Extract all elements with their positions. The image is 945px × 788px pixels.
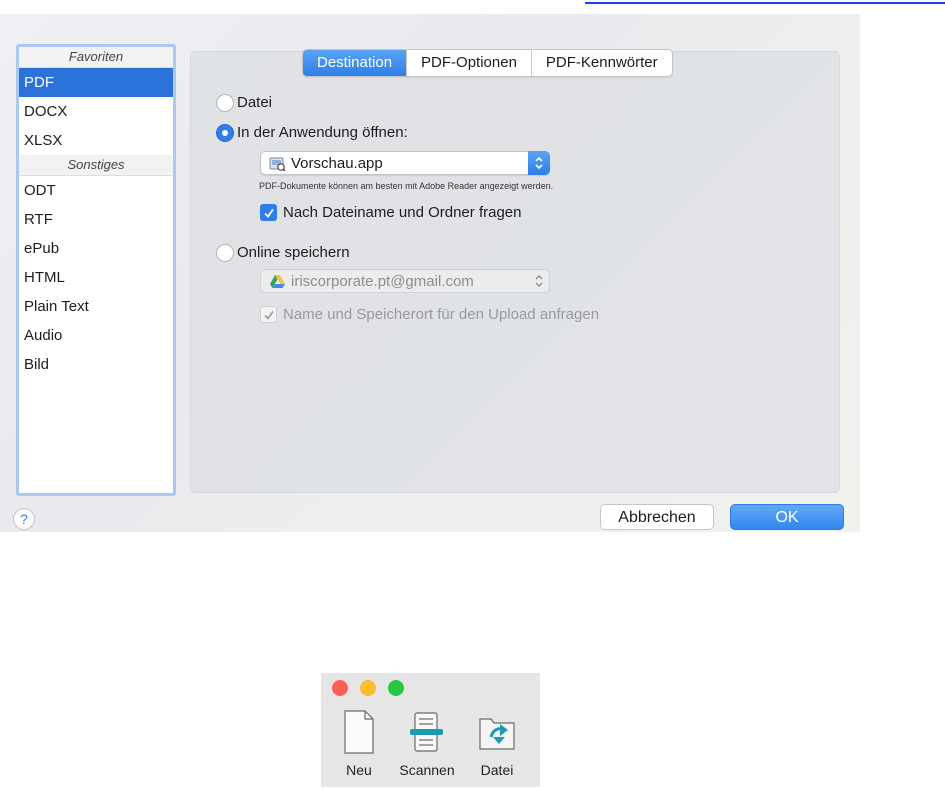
- file-folder-icon: [479, 718, 515, 750]
- account-select-value: iriscorporate.pt@gmail.com: [291, 273, 474, 290]
- format-sidebar: Favoriten PDF DOCX XLSX Sonstiges ODT RT…: [16, 44, 176, 496]
- adobe-reader-note: PDF-Dokumente können am besten mit Adobe…: [259, 181, 554, 191]
- checkbox-ask-filename[interactable]: [260, 204, 277, 221]
- sidebar-item-html[interactable]: HTML: [19, 263, 173, 292]
- checkbox-ask-upload-label: Name und Speicherort für den Upload anfr…: [283, 306, 600, 323]
- sidebar-item-docx[interactable]: DOCX: [19, 97, 173, 126]
- close-window-icon[interactable]: [332, 680, 348, 696]
- tab-pdf-options[interactable]: PDF-Optionen: [407, 50, 532, 76]
- new-button[interactable]: Neu: [329, 703, 389, 783]
- radio-open-in-app[interactable]: [216, 124, 234, 142]
- tab-bar: Destination PDF-Optionen PDF-Kennwörter: [302, 49, 673, 77]
- help-button[interactable]: ?: [13, 508, 35, 530]
- sidebar-item-image[interactable]: Bild: [19, 350, 173, 379]
- new-button-label: Neu: [346, 762, 372, 778]
- sidebar-item-epub[interactable]: ePub: [19, 234, 173, 263]
- file-button[interactable]: Datei: [467, 703, 527, 783]
- account-select[interactable]: iriscorporate.pt@gmail.com: [260, 269, 550, 293]
- sidebar-item-plain-text[interactable]: Plain Text: [19, 292, 173, 321]
- radio-save-online-label: Online speichern: [237, 244, 350, 261]
- sidebar-item-rtf[interactable]: RTF: [19, 205, 173, 234]
- checkmark-icon: [263, 208, 274, 218]
- top-link-underline: [585, 2, 945, 4]
- export-dialog: Favoriten PDF DOCX XLSX Sonstiges ODT RT…: [0, 14, 860, 532]
- file-button-label: Datei: [480, 762, 514, 778]
- minimize-window-icon[interactable]: [360, 680, 376, 696]
- sidebar-item-xlsx[interactable]: XLSX: [19, 126, 173, 155]
- scanner-icon: [410, 712, 443, 752]
- sidebar-group-header-favorites: Favoriten: [19, 47, 173, 68]
- radio-save-online[interactable]: [216, 244, 234, 262]
- sidebar-item-pdf[interactable]: PDF: [19, 68, 173, 97]
- checkbox-ask-upload[interactable]: [260, 306, 277, 323]
- zoom-window-icon[interactable]: [388, 680, 404, 696]
- checkmark-icon: [263, 310, 274, 320]
- google-drive-icon: [269, 274, 286, 294]
- sidebar-item-odt[interactable]: ODT: [19, 176, 173, 205]
- checkbox-ask-filename-label: Nach Dateiname und Ordner fragen: [283, 204, 522, 221]
- radio-file[interactable]: [216, 94, 234, 112]
- scan-button[interactable]: Scannen: [397, 703, 457, 783]
- cancel-button[interactable]: Abbrechen: [600, 504, 714, 530]
- radio-open-in-app-label: In der Anwendung öffnen:: [237, 124, 408, 141]
- app-select[interactable]: Vorschau.app: [260, 151, 550, 175]
- app-select-value: Vorschau.app: [291, 155, 383, 172]
- sidebar-group-header-other: Sonstiges: [19, 155, 173, 176]
- select-stepper-icon: [528, 269, 550, 293]
- new-document-icon: [344, 710, 374, 754]
- select-stepper-icon: [528, 151, 550, 175]
- scan-button-label: Scannen: [399, 762, 455, 778]
- radio-file-label: Datei: [237, 94, 273, 111]
- ok-button[interactable]: OK: [730, 504, 844, 530]
- preview-app-icon: [269, 156, 286, 176]
- tab-destination[interactable]: Destination: [303, 50, 408, 76]
- sidebar-item-audio[interactable]: Audio: [19, 321, 173, 350]
- main-toolbar: Neu Scannen Datei: [321, 673, 540, 787]
- tab-pdf-passwords[interactable]: PDF-Kennwörter: [532, 50, 672, 76]
